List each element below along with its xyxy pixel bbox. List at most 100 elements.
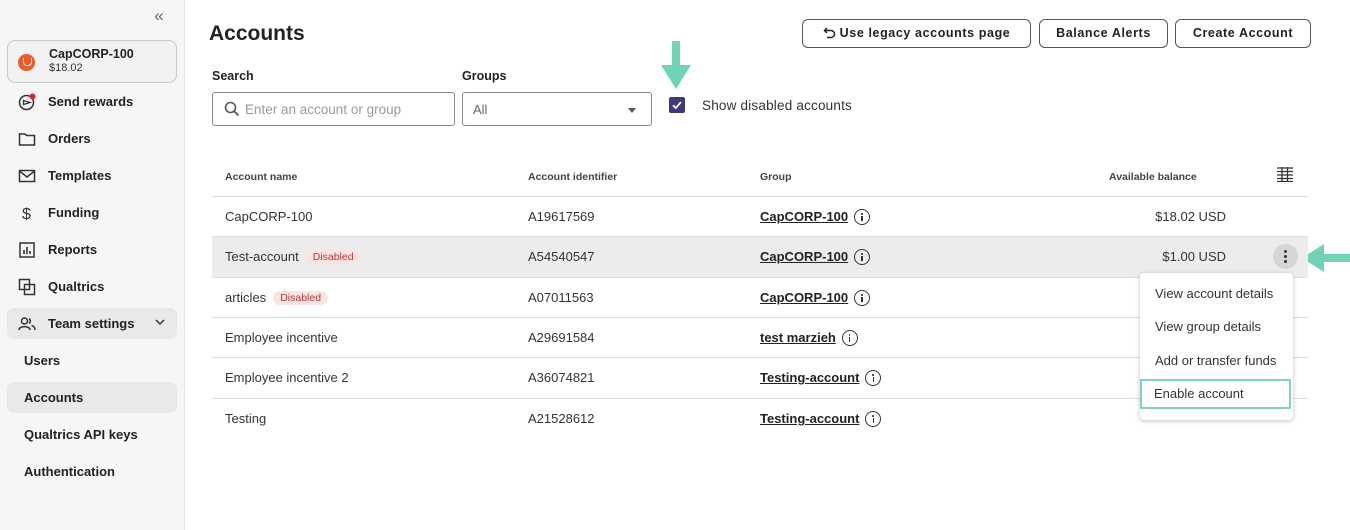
info-icon[interactable] xyxy=(854,290,871,306)
info-icon[interactable] xyxy=(854,249,871,265)
kebab-dot xyxy=(1284,260,1287,263)
sidebar-item-label: Reports xyxy=(48,242,98,257)
group-link[interactable]: CapCORP-100 xyxy=(760,290,848,305)
sidebar-item-label: Funding xyxy=(48,205,100,220)
group-link[interactable]: test marzieh xyxy=(760,330,836,345)
folder-icon xyxy=(18,133,36,146)
checkmark-icon xyxy=(672,101,682,110)
search-label: Search xyxy=(212,69,254,83)
account-name: articles xyxy=(225,290,267,305)
org-switcher[interactable]: CapCORP-100 $18.02 xyxy=(7,40,177,83)
undo-icon xyxy=(823,27,835,39)
search-input[interactable] xyxy=(245,99,445,119)
show-disabled-checkbox[interactable] xyxy=(669,97,685,113)
sidebar-item-label: Orders xyxy=(48,131,91,146)
collapse-sidebar-icon[interactable]: « xyxy=(150,7,168,26)
account-identifier: A19617569 xyxy=(528,209,595,224)
org-name: CapCORP-100 xyxy=(49,47,134,61)
balance-alerts-button[interactable]: Balance Alerts xyxy=(1039,19,1168,48)
account-identifier: A21528612 xyxy=(528,411,595,426)
sidebar-item-team-settings[interactable]: Team settings xyxy=(7,308,177,339)
row-actions-button[interactable] xyxy=(1273,244,1298,269)
legacy-accounts-button[interactable]: Use legacy accounts page xyxy=(802,19,1031,48)
menu-item-enable-account[interactable]: Enable account xyxy=(1140,379,1291,409)
sidebar-item-label: Authentication xyxy=(24,464,115,479)
info-icon[interactable] xyxy=(865,370,882,386)
info-icon[interactable] xyxy=(841,330,858,346)
sidebar-item-label: Accounts xyxy=(24,390,84,405)
kebab-dot xyxy=(1284,255,1287,258)
account-name: Employee incentive xyxy=(225,330,338,345)
account-identifier: A54540547 xyxy=(528,249,595,264)
menu-item-view-account-details[interactable]: View account details xyxy=(1140,279,1293,309)
show-disabled-label: Show disabled accounts xyxy=(702,98,852,113)
sidebar-item-label: Team settings xyxy=(48,316,135,331)
available-balance: $18.02 USD xyxy=(1155,209,1226,224)
group-link[interactable]: CapCORP-100 xyxy=(760,249,848,264)
group-link[interactable]: Testing-account xyxy=(760,411,859,426)
sidebar-item-accounts[interactable]: Accounts xyxy=(7,382,177,413)
page-title: Accounts xyxy=(209,22,305,45)
sidebar-item-reports[interactable]: Reports xyxy=(7,234,177,265)
account-identifier: A07011563 xyxy=(528,290,594,305)
column-header-group: Group xyxy=(760,171,792,183)
account-name: Test-account xyxy=(225,249,299,264)
qualtrics-icon xyxy=(18,278,36,296)
account-name: Testing xyxy=(225,411,267,426)
search-icon xyxy=(224,101,240,117)
search-field[interactable] xyxy=(212,92,455,126)
dollar-icon: $ xyxy=(22,206,31,222)
disabled-badge: Disabled xyxy=(305,250,361,264)
available-balance: $1.00 USD xyxy=(1162,249,1226,264)
group-link[interactable]: CapCORP-100 xyxy=(760,209,848,224)
annotation-arrow-left-icon xyxy=(1302,244,1350,272)
legacy-accounts-label: Use legacy accounts page xyxy=(839,26,1011,40)
account-identifier: A29691584 xyxy=(528,330,595,345)
sidebar-item-label: Templates xyxy=(48,168,112,183)
org-logo xyxy=(18,54,35,71)
groups-select-value: All xyxy=(473,102,488,117)
chevron-down-icon xyxy=(155,319,165,326)
create-account-button[interactable]: Create Account xyxy=(1175,19,1311,48)
team-icon xyxy=(18,317,36,331)
row-actions-menu: View account details View group details … xyxy=(1140,273,1293,420)
account-identifier: A36074821 xyxy=(528,370,595,385)
sidebar-item-label: Users xyxy=(24,353,61,368)
info-icon[interactable] xyxy=(854,209,871,225)
sidebar-item-funding[interactable]: $ Funding xyxy=(7,197,177,228)
sidebar-item-label: Qualtrics xyxy=(48,279,105,294)
column-settings-icon[interactable] xyxy=(1277,167,1293,182)
table-row[interactable]: Test-account Disabled A54540547 CapCORP-1… xyxy=(212,237,1308,277)
group-link[interactable]: Testing-account xyxy=(760,370,859,385)
sidebar-item-send-rewards[interactable]: Send rewards xyxy=(7,86,177,117)
bar-chart-icon xyxy=(19,242,35,258)
column-header-available-balance: Available balance xyxy=(1109,171,1197,183)
kebab-dot xyxy=(1284,250,1287,253)
svg-text:$: $ xyxy=(22,206,31,222)
sidebar-item-templates[interactable]: Templates xyxy=(7,160,177,191)
sidebar-item-label: Qualtrics API keys xyxy=(24,427,138,442)
disabled-badge: Disabled xyxy=(273,291,329,305)
info-icon[interactable] xyxy=(865,411,882,427)
sidebar-item-users[interactable]: Users xyxy=(7,345,177,376)
caret-down-icon xyxy=(628,108,636,113)
menu-item-view-group-details[interactable]: View group details xyxy=(1140,312,1293,342)
account-name: Employee incentive 2 xyxy=(225,370,349,385)
sidebar: « CapCORP-100 $18.02 Send rewards Orders… xyxy=(0,0,185,530)
org-balance: $18.02 xyxy=(49,62,83,74)
column-header-account-identifier: Account identifier xyxy=(528,171,618,183)
mail-icon xyxy=(18,169,36,183)
sidebar-item-orders[interactable]: Orders xyxy=(7,123,177,154)
table-row[interactable]: CapCORP-100 A19617569 CapCORP-100 $18.02… xyxy=(212,197,1308,237)
sidebar-item-label: Send rewards xyxy=(48,94,134,109)
column-header-account-name: Account name xyxy=(225,171,298,183)
groups-label: Groups xyxy=(462,69,507,83)
menu-item-add-or-transfer-funds[interactable]: Add or transfer funds xyxy=(1140,346,1293,376)
send-rewards-icon xyxy=(18,93,36,111)
sidebar-item-qualtrics-api-keys[interactable]: Qualtrics API keys xyxy=(7,419,177,450)
groups-select[interactable]: All xyxy=(462,92,652,126)
sidebar-item-qualtrics[interactable]: Qualtrics xyxy=(7,271,177,302)
annotation-arrow-down-icon xyxy=(661,41,691,89)
sidebar-item-authentication[interactable]: Authentication xyxy=(7,456,177,487)
account-name: CapCORP-100 xyxy=(225,209,313,224)
